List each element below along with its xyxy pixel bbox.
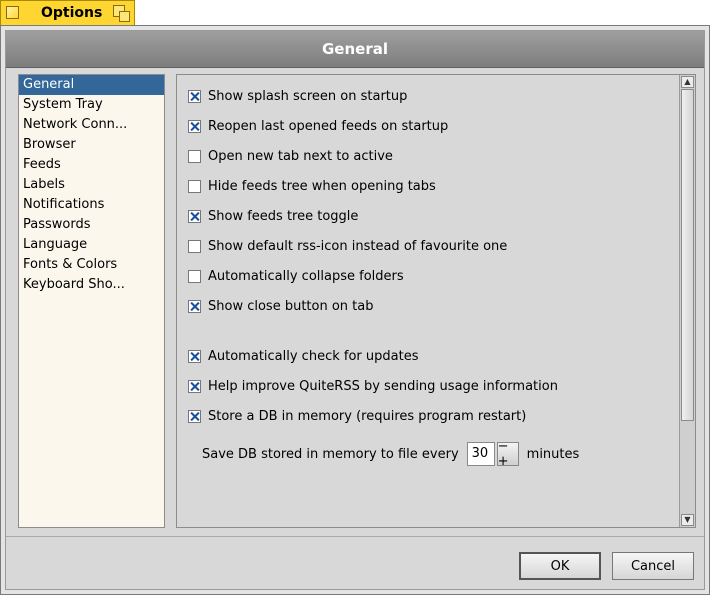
category-item-language[interactable]: Language <box>19 235 164 255</box>
option-label: Automatically collapse folders <box>208 268 404 284</box>
option-label: Show close button on tab <box>208 298 374 314</box>
option-usage-info[interactable]: Help improve QuiteRSS by sending usage i… <box>188 377 558 395</box>
option-label: Automatically check for updates <box>208 348 419 364</box>
category-list[interactable]: General System Tray Network Conn... Brow… <box>18 74 165 528</box>
checkbox[interactable] <box>188 379 201 393</box>
option-close-button-tab[interactable]: Show close button on tab <box>188 297 373 315</box>
category-item-network[interactable]: Network Conn... <box>19 115 164 135</box>
checkbox[interactable] <box>188 269 201 283</box>
ok-button[interactable]: OK <box>519 552 601 580</box>
option-label: Store a DB in memory (requires program r… <box>208 408 527 424</box>
category-item-passwords[interactable]: Passwords <box>19 215 164 235</box>
option-show-splash[interactable]: Show splash screen on startup <box>188 87 407 105</box>
option-label: Hide feeds tree when opening tabs <box>208 178 436 194</box>
category-item-fonts-colors[interactable]: Fonts & Colors <box>19 255 164 275</box>
option-label: Open new tab next to active <box>208 148 393 164</box>
category-item-general[interactable]: General <box>19 75 164 95</box>
window-tab[interactable]: Options <box>0 0 135 25</box>
option-label: Show feeds tree toggle <box>208 208 359 224</box>
close-icon[interactable] <box>6 6 19 19</box>
option-hide-feeds-tree[interactable]: Hide feeds tree when opening tabs <box>188 177 436 195</box>
settings-panel: Show splash screen on startup Reopen las… <box>176 74 696 528</box>
checkbox[interactable] <box>188 179 201 193</box>
category-item-browser[interactable]: Browser <box>19 135 164 155</box>
option-collapse-folders[interactable]: Automatically collapse folders <box>188 267 404 285</box>
checkbox[interactable] <box>188 349 201 363</box>
divider <box>6 536 704 537</box>
option-feeds-tree-toggle[interactable]: Show feeds tree toggle <box>188 207 358 225</box>
category-item-keyboard[interactable]: Keyboard Sho... <box>19 275 164 295</box>
checkbox[interactable] <box>188 119 201 133</box>
options-window: General General System Tray Network Conn… <box>0 25 710 595</box>
checkbox[interactable] <box>188 299 201 313</box>
save-db-label: Save DB stored in memory to file every <box>202 446 459 462</box>
checkbox[interactable] <box>188 209 201 223</box>
checkbox[interactable] <box>188 89 201 103</box>
option-open-new-tab[interactable]: Open new tab next to active <box>188 147 393 165</box>
vertical-scrollbar[interactable]: ▲ ▼ <box>679 75 695 527</box>
scroll-down-icon[interactable]: ▼ <box>681 514 694 526</box>
category-item-notifications[interactable]: Notifications <box>19 195 164 215</box>
option-reopen-feeds[interactable]: Reopen last opened feeds on startup <box>188 117 448 135</box>
scroll-thumb[interactable] <box>681 89 694 421</box>
save-interval-input[interactable]: 30 <box>466 442 495 466</box>
page-title: General <box>6 31 704 68</box>
checkbox[interactable] <box>188 239 201 253</box>
cancel-button[interactable]: Cancel <box>612 552 694 580</box>
option-label: Show default rss-icon instead of favouri… <box>208 238 508 254</box>
option-label: Show splash screen on startup <box>208 88 408 104</box>
checkbox[interactable] <box>188 149 201 163</box>
option-default-rss-icon[interactable]: Show default rss-icon instead of favouri… <box>188 237 507 255</box>
checkbox[interactable] <box>188 409 201 423</box>
category-item-labels[interactable]: Labels <box>19 175 164 195</box>
option-check-updates[interactable]: Automatically check for updates <box>188 347 418 365</box>
zoom-icon[interactable] <box>113 5 131 22</box>
settings-content: Show splash screen on startup Reopen las… <box>177 75 679 527</box>
option-store-db-memory[interactable]: Store a DB in memory (requires program r… <box>188 407 526 425</box>
minutes-label: minutes <box>526 446 580 462</box>
save-db-row: Save DB stored in memory to file every 3… <box>202 439 580 469</box>
category-item-feeds[interactable]: Feeds <box>19 155 164 175</box>
option-label: Reopen last opened feeds on startup <box>208 118 449 134</box>
dialog-body: General General System Tray Network Conn… <box>5 30 705 590</box>
option-label: Help improve QuiteRSS by sending usage i… <box>208 378 558 394</box>
scroll-up-icon[interactable]: ▲ <box>681 76 694 88</box>
window-title: Options <box>41 5 103 21</box>
category-item-system-tray[interactable]: System Tray <box>19 95 164 115</box>
stepper-buttons[interactable]: −+ <box>496 439 519 469</box>
